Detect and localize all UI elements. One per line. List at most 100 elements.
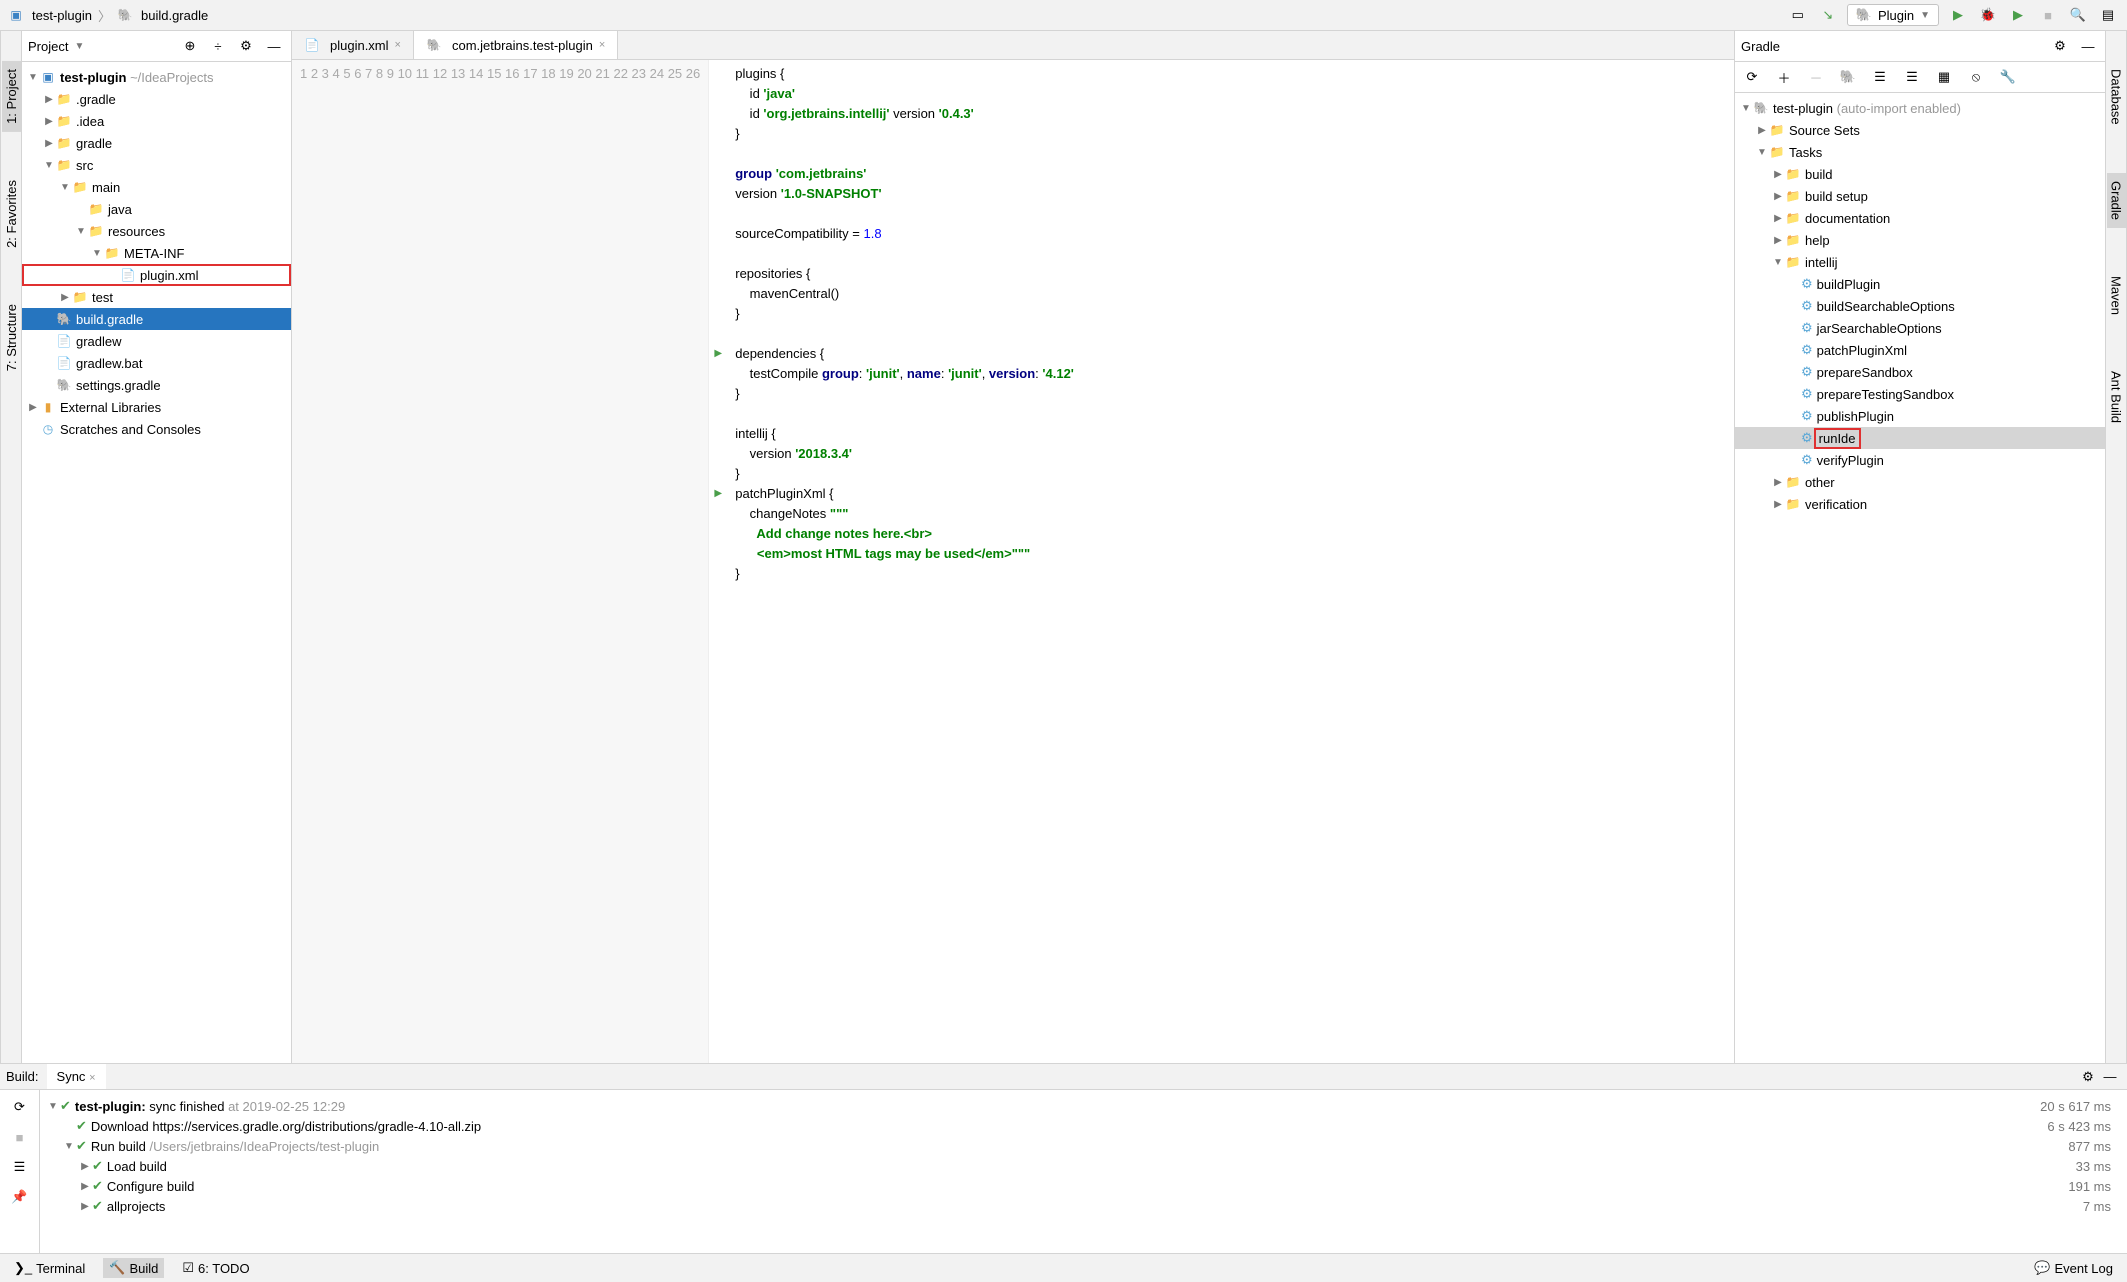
breadcrumb-project[interactable]: test-plugin [32,8,92,23]
group-icon[interactable]: ▦ [1933,66,1955,88]
todo-tool-button[interactable]: ☑6: TODO [176,1258,255,1278]
tree-scratches[interactable]: ◷Scratches and Consoles [22,418,291,440]
gear-icon[interactable]: ⚙ [2049,35,2071,57]
gradle-task-buildPlugin[interactable]: ⚙buildPlugin [1735,273,2105,295]
database-tool-tab[interactable]: Database [2107,61,2126,133]
gradle-group-build[interactable]: ▶📁build [1735,163,2105,185]
hide-icon[interactable]: — [2099,1066,2121,1088]
hide-icon[interactable]: — [2077,35,2099,57]
pin-icon[interactable]: 📌 [9,1186,31,1208]
gradle-task-patchPluginXml[interactable]: ⚙patchPluginXml [1735,339,2105,361]
build-tool-button[interactable]: 🔨Build [103,1258,164,1278]
breadcrumb-file[interactable]: build.gradle [141,8,208,23]
collapse-icon[interactable]: ☰ [1901,66,1923,88]
tree-folder-idea[interactable]: ▶📁.idea [22,110,291,132]
tree-file-build-gradle[interactable]: 🐘build.gradle [22,308,291,330]
editor-tab-plugin-xml[interactable]: 📄 plugin.xml × [292,31,414,59]
sync-row-run-build[interactable]: ▼✔Run build /Users/jetbrains/IdeaProject… [46,1136,2121,1156]
gear-icon[interactable]: ⚙ [2077,1066,2099,1088]
tree-external-libraries[interactable]: ▶▮External Libraries [22,396,291,418]
remove-icon[interactable]: － [1805,66,1827,88]
run-button[interactable]: ▶ [1947,4,1969,26]
sync-row-root[interactable]: ▼✔test-plugin: sync finished at 2019-02-… [46,1096,2121,1116]
gradle-task-prepareTestingSandbox[interactable]: ⚙prepareTestingSandbox [1735,383,2105,405]
editor-body[interactable]: 1 2 3 4 5 6 7 8 9 10 11 12 13 14 15 16 1… [292,60,1734,1063]
gradle-tasks[interactable]: ▼📁Tasks [1735,141,2105,163]
tree-file-gradlew-bat[interactable]: 📄gradlew.bat [22,352,291,374]
project-tool-tab[interactable]: 1: Project [2,61,21,132]
sync-tree[interactable]: ▼✔test-plugin: sync finished at 2019-02-… [40,1090,2127,1253]
editor-tab-build-gradle[interactable]: 🐘 com.jetbrains.test-plugin × [414,31,618,59]
tree-folder-src[interactable]: ▼📁src [22,154,291,176]
gradle-group-other[interactable]: ▶📁other [1735,471,2105,493]
search-icon[interactable]: 🔍 [2067,4,2089,26]
chevron-down-icon[interactable]: ▼ [74,41,84,52]
stop-icon[interactable]: ■ [9,1126,31,1148]
tree-folder-main[interactable]: ▼📁main [22,176,291,198]
tree-folder-test[interactable]: ▶📁test [22,286,291,308]
gradle-icon[interactable]: 🐘 [1837,66,1859,88]
maven-tool-tab[interactable]: Maven [2107,268,2126,323]
close-icon[interactable]: × [395,39,401,51]
gradle-group-verification[interactable]: ▶📁verification [1735,493,2105,515]
library-icon: ▮ [40,399,56,415]
expand-icon[interactable]: ☰ [1869,66,1891,88]
tree-file-gradlew[interactable]: 📄gradlew [22,330,291,352]
run-list-icon[interactable]: ▭ [1787,4,1809,26]
gradle-group-help[interactable]: ▶📁help [1735,229,2105,251]
tree-folder-gradle-dot[interactable]: ▶📁.gradle [22,88,291,110]
offline-icon[interactable]: ⦸ [1965,66,1987,88]
chevron-right-icon: 〉 [98,6,111,25]
build-icon[interactable]: ↘ [1817,4,1839,26]
tree-folder-meta-inf[interactable]: ▼📁META-INF [22,242,291,264]
ant-tool-tab[interactable]: Ant Build [2107,363,2126,431]
locate-icon[interactable]: ⊕ [179,35,201,57]
collapse-icon[interactable]: ÷ [207,35,229,57]
run-configuration-selector[interactable]: 🐘 Plugin ▼ [1847,4,1939,26]
refresh-icon[interactable]: ⟳ [9,1096,31,1118]
refresh-icon[interactable]: ⟳ [1741,66,1763,88]
tree-file-plugin-xml[interactable]: 📄plugin.xml [22,264,291,286]
gradle-tool-tab[interactable]: Gradle [2107,173,2126,228]
project-tree[interactable]: ▼▣test-plugin ~/IdeaProjects ▶📁.gradle ▶… [22,62,291,1063]
gradle-task-jarSearchableOptions[interactable]: ⚙jarSearchableOptions [1735,317,2105,339]
gradle-task-prepareSandbox[interactable]: ⚙prepareSandbox [1735,361,2105,383]
gradle-task-runIde[interactable]: ⚙runIde [1735,427,2105,449]
tree-folder-java[interactable]: 📁java [22,198,291,220]
coverage-button[interactable]: ▶ [2007,4,2029,26]
close-icon[interactable]: × [599,39,605,51]
sync-row-download[interactable]: ✔Download https://services.gradle.org/di… [46,1116,2121,1136]
close-icon[interactable]: × [89,1072,95,1084]
sync-row-load-build[interactable]: ▶✔Load build33 ms [46,1156,2121,1176]
code-content[interactable]: plugins { id 'java' id 'org.jetbrains.in… [727,60,1734,1063]
layout-icon[interactable]: ▤ [2097,4,2119,26]
sync-tab[interactable]: Sync × [47,1064,106,1089]
structure-tool-tab[interactable]: 7: Structure [2,296,21,379]
gradle-group-build-setup[interactable]: ▶📁build setup [1735,185,2105,207]
gradle-group-documentation[interactable]: ▶📁documentation [1735,207,2105,229]
gradle-group-intellij[interactable]: ▼📁intellij [1735,251,2105,273]
event-log-button[interactable]: 💬Event Log [2028,1258,2119,1278]
debug-button[interactable]: 🐞 [1977,4,1999,26]
xml-file-icon: 📄 [304,37,320,53]
gear-icon[interactable]: ⚙ [235,35,257,57]
filter-icon[interactable]: ☰ [9,1156,31,1178]
project-root[interactable]: ▼▣test-plugin ~/IdeaProjects [22,66,291,88]
wrench-icon[interactable]: 🔧 [1997,66,2019,88]
gradle-task-publishPlugin[interactable]: ⚙publishPlugin [1735,405,2105,427]
sync-row-allprojects[interactable]: ▶✔allprojects7 ms [46,1196,2121,1216]
tree-folder-resources[interactable]: ▼📁resources [22,220,291,242]
terminal-tool-button[interactable]: ❯_Terminal [8,1258,91,1278]
gradle-source-sets[interactable]: ▶📁Source Sets [1735,119,2105,141]
tree-file-settings-gradle[interactable]: 🐘settings.gradle [22,374,291,396]
gradle-tree[interactable]: ▼🐘test-plugin (auto-import enabled) ▶📁So… [1735,93,2105,1063]
add-icon[interactable]: ＋ [1773,66,1795,88]
gradle-root[interactable]: ▼🐘test-plugin (auto-import enabled) [1735,97,2105,119]
sync-row-configure-build[interactable]: ▶✔Configure build191 ms [46,1176,2121,1196]
gradle-task-verifyPlugin[interactable]: ⚙verifyPlugin [1735,449,2105,471]
favorites-tool-tab[interactable]: 2: Favorites [2,172,21,256]
tree-folder-gradle[interactable]: ▶📁gradle [22,132,291,154]
project-view-title[interactable]: Project [28,39,68,54]
hide-icon[interactable]: — [263,35,285,57]
gradle-task-buildSearchableOptions[interactable]: ⚙buildSearchableOptions [1735,295,2105,317]
